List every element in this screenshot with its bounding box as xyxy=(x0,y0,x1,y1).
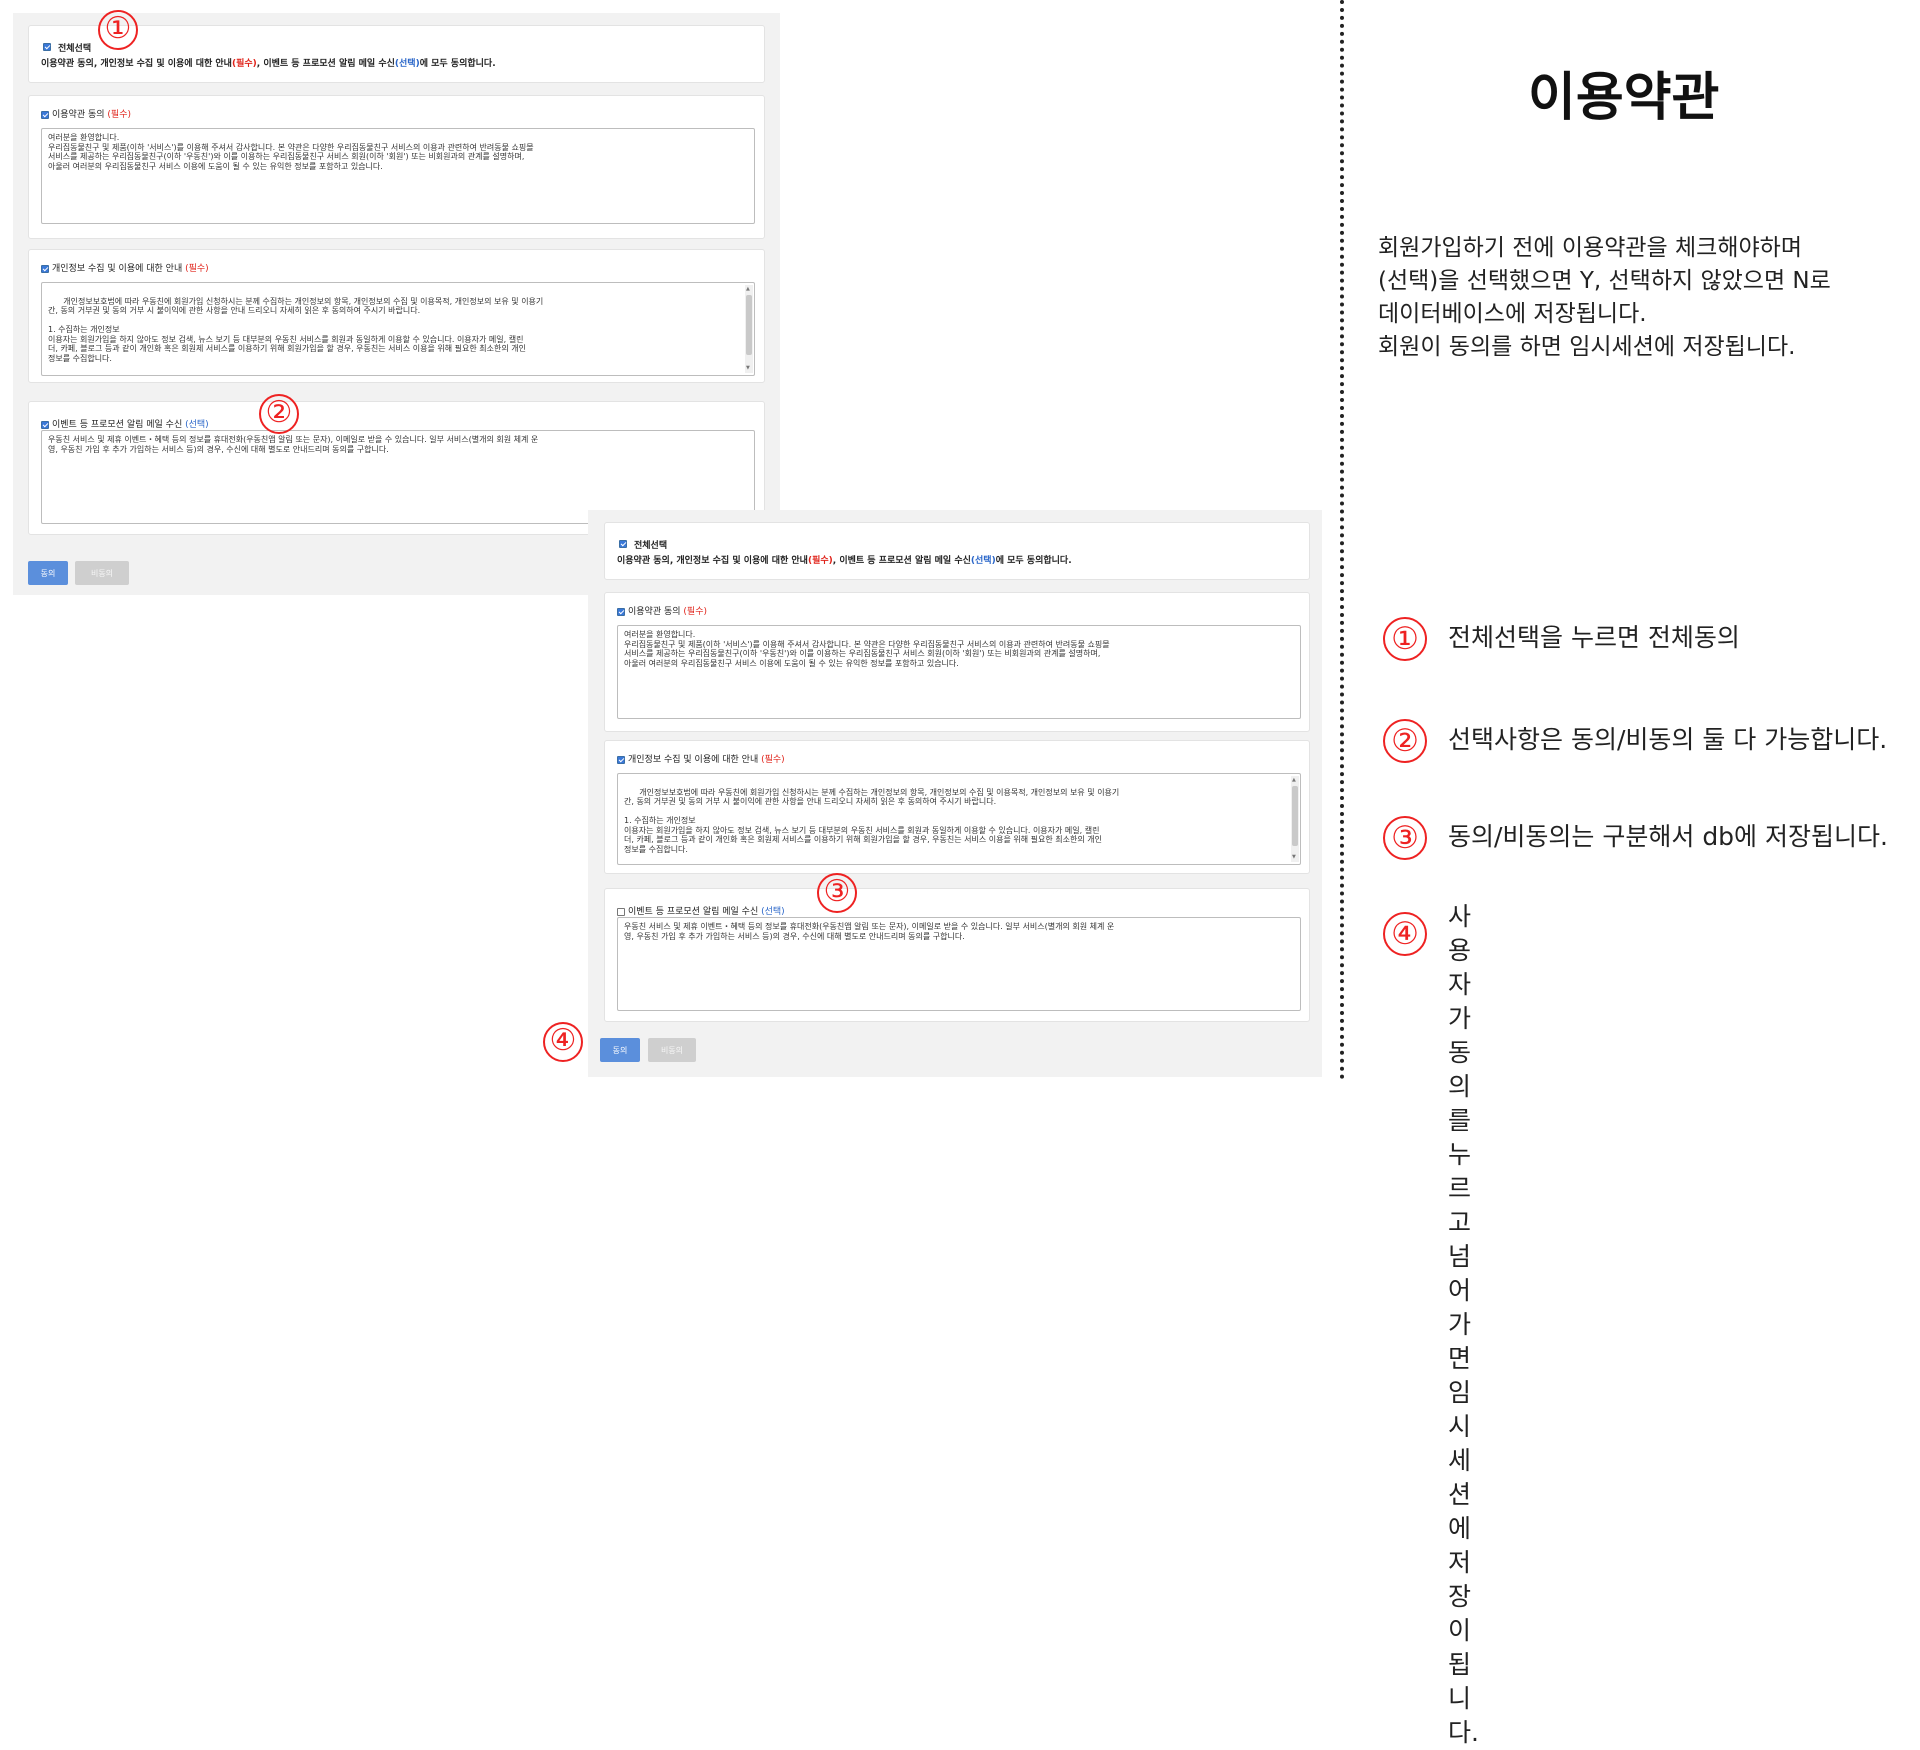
privacy-textarea[interactable]: 개인정보보호법에 따라 우동친에 회원가입 신청하시는 분께 수집하는 개인정보… xyxy=(617,773,1301,865)
legend-item-1: ① 전체선택을 누르면 전체동의 xyxy=(1383,617,1740,661)
all-select-panel: 전체선택 이용약관 동의, 개인정보 수집 및 이용에 대한 안내(필수), 이… xyxy=(28,25,765,83)
all-select-label: 전체선택 xyxy=(58,44,92,54)
event-textarea[interactable]: 우동친 서비스 및 제휴 이벤트・혜택 등의 정보를 휴대전화(우동친앱 알림 … xyxy=(617,917,1301,1011)
agree-button[interactable]: 동의 xyxy=(28,561,68,585)
dotted-divider xyxy=(1340,0,1344,1080)
scroll-up-icon[interactable]: ▲ xyxy=(746,285,750,295)
terms-panel: 이용약관 동의 (필수) 여러분을 환영합니다. 우리집동물친구 및 제품(이하… xyxy=(28,95,765,239)
terms-textarea[interactable]: 여러분을 환영합니다. 우리집동물친구 및 제품(이하 '서비스')를 이용해 … xyxy=(41,128,755,224)
event-checkbox[interactable] xyxy=(617,907,625,916)
marker-4: ④ xyxy=(543,1022,583,1062)
agree-button[interactable]: 동의 xyxy=(600,1038,640,1062)
event-panel: 이벤트 등 프로모션 알림 메일 수신 (선택) 우동친 서비스 및 제휴 이벤… xyxy=(604,888,1310,1022)
marker-3: ③ xyxy=(817,873,857,913)
marker-2: ② xyxy=(259,394,299,434)
privacy-scrollbar[interactable]: ▲ ▼ xyxy=(1291,776,1299,862)
disagree-button[interactable]: 비동의 xyxy=(648,1038,696,1062)
scroll-down-icon[interactable]: ▼ xyxy=(746,364,750,374)
all-select-label: 전체선택 xyxy=(634,541,668,551)
privacy-checkbox[interactable] xyxy=(41,264,49,273)
page-description: 회원가입하기 전에 이용약관을 체크해야하며 (선택)을 선택했으면 Y, 선택… xyxy=(1378,235,1831,360)
screenshot-event-unchecked: 전체선택 이용약관 동의, 개인정보 수집 및 이용에 대한 안내(필수), 이… xyxy=(588,510,1322,1077)
event-title: 이벤트 등 프로모션 알림 메일 수신 (선택) xyxy=(617,904,785,917)
all-select-description: 이용약관 동의, 개인정보 수집 및 이용에 대한 안내(필수), 이벤트 등 … xyxy=(41,59,496,69)
all-select-description: 이용약관 동의, 개인정보 수집 및 이용에 대한 안내(필수), 이벤트 등 … xyxy=(617,556,1072,566)
page-title: 이용약관 xyxy=(1528,68,1720,128)
privacy-title: 개인정보 수집 및 이용에 대한 안내 (필수) xyxy=(41,261,209,274)
privacy-textarea[interactable]: 개인정보보호법에 따라 우동친에 회원가입 신청하시는 분께 수집하는 개인정보… xyxy=(41,282,755,376)
legend-item-4: ④ 사용자가 동의를 누르고 넘어가면 임시세션에 저장이 됩니다. xyxy=(1383,902,1479,1747)
all-select-panel: 전체선택 이용약관 동의, 개인정보 수집 및 이용에 대한 안내(필수), 이… xyxy=(604,522,1310,580)
terms-checkbox[interactable] xyxy=(41,110,49,119)
disagree-button[interactable]: 비동의 xyxy=(75,561,129,585)
privacy-panel: 개인정보 수집 및 이용에 대한 안내 (필수) 개인정보보호법에 따라 우동친… xyxy=(604,740,1310,874)
scroll-thumb[interactable] xyxy=(746,295,752,355)
privacy-title: 개인정보 수집 및 이용에 대한 안내 (필수) xyxy=(617,752,785,765)
privacy-panel: 개인정보 수집 및 이용에 대한 안내 (필수) 개인정보보호법에 따라 우동친… xyxy=(28,249,765,383)
terms-checkbox[interactable] xyxy=(617,607,625,616)
terms-panel: 이용약관 동의 (필수) 여러분을 환영합니다. 우리집동물친구 및 제품(이하… xyxy=(604,592,1310,732)
privacy-checkbox[interactable] xyxy=(617,755,625,764)
legend-item-2: ② 선택사항은 동의/비동의 둘 다 가능합니다. xyxy=(1383,719,1887,763)
legend-item-3: ③ 동의/비동의는 구분해서 db에 저장됩니다. xyxy=(1383,816,1888,860)
scroll-thumb[interactable] xyxy=(1292,786,1298,846)
all-select-checkbox[interactable] xyxy=(43,43,51,51)
scroll-down-icon[interactable]: ▼ xyxy=(1292,853,1296,863)
all-select-checkbox[interactable] xyxy=(619,540,627,548)
scroll-up-icon[interactable]: ▲ xyxy=(1292,776,1296,786)
terms-title: 이용약관 동의 (필수) xyxy=(617,604,707,617)
event-title: 이벤트 등 프로모션 알림 메일 수신 (선택) xyxy=(41,417,209,430)
marker-1: ① xyxy=(98,10,138,50)
event-checkbox[interactable] xyxy=(41,420,49,429)
privacy-scrollbar[interactable]: ▲ ▼ xyxy=(745,285,753,373)
terms-title: 이용약관 동의 (필수) xyxy=(41,107,131,120)
terms-textarea[interactable]: 여러분을 환영합니다. 우리집동물친구 및 제품(이하 '서비스')를 이용해 … xyxy=(617,625,1301,719)
screenshot-all-checked: 전체선택 이용약관 동의, 개인정보 수집 및 이용에 대한 안내(필수), 이… xyxy=(13,13,780,595)
